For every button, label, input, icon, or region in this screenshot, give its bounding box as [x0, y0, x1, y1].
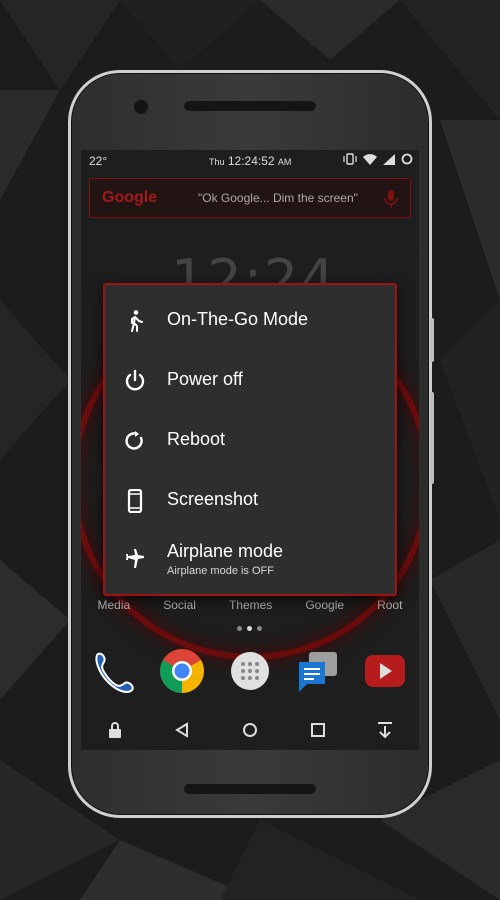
status-ampm: AM	[277, 157, 292, 167]
status-bar: 22° Thu 12:24:52 AM	[81, 150, 419, 172]
refresh-icon	[123, 429, 147, 453]
menu-label-airplane-mode: Airplane mode	[167, 541, 284, 561]
power-menu-dialog: On-The-Go Mode Power off Reboot Screensh…	[103, 283, 397, 596]
home-icon[interactable]	[238, 718, 262, 742]
google-search-bar[interactable]: Google "Ok Google... Dim the screen"	[89, 178, 411, 218]
status-time: 12:24:52	[227, 154, 275, 168]
top-speaker	[184, 101, 316, 111]
menu-item-on-the-go[interactable]: On-The-Go Mode	[105, 291, 395, 351]
vibrate-icon	[343, 153, 357, 168]
page-dot	[257, 626, 262, 631]
power-icon	[123, 369, 147, 393]
page-dot-active	[247, 626, 252, 631]
signal-icon	[383, 153, 395, 168]
battery-ring-icon	[401, 153, 413, 168]
status-day: Thu	[209, 157, 225, 167]
google-logo: Google	[102, 189, 158, 206]
chrome-app-icon[interactable]	[159, 648, 205, 694]
lock-icon[interactable]	[103, 718, 127, 742]
folder-label-google[interactable]: Google	[305, 598, 344, 612]
status-clock: Thu 12:24:52 AM	[209, 154, 291, 168]
menu-label-power-off: Power off	[167, 369, 243, 389]
folder-label-root[interactable]: Root	[377, 598, 402, 612]
microphone-icon[interactable]	[384, 189, 398, 214]
navigation-bar	[81, 710, 419, 750]
folder-labels: Media Social Themes Google Root	[81, 598, 419, 612]
youtube-app-icon[interactable]	[362, 648, 408, 694]
notification-pull-down-icon[interactable]	[373, 718, 397, 742]
page-indicator	[237, 626, 262, 631]
folder-label-media[interactable]: Media	[98, 598, 131, 612]
folder-label-social[interactable]: Social	[163, 598, 196, 612]
back-icon[interactable]	[170, 718, 194, 742]
power-side-button	[430, 318, 434, 362]
status-icons	[343, 153, 413, 168]
walking-person-icon	[123, 309, 147, 333]
bottom-speaker	[184, 784, 316, 794]
temperature: 22°	[89, 154, 108, 168]
folder-label-themes[interactable]: Themes	[229, 598, 272, 612]
menu-label-screenshot: Screenshot	[167, 489, 259, 509]
phone-app-icon[interactable]	[92, 648, 138, 694]
app-dock	[81, 645, 419, 697]
menu-item-reboot[interactable]: Reboot	[105, 411, 395, 471]
messaging-app-icon[interactable]	[295, 648, 341, 694]
airplane-mode-status: Airplane mode is OFF	[167, 565, 274, 577]
menu-item-screenshot[interactable]: Screenshot	[105, 471, 395, 531]
search-hint-text: "Ok Google... Dim the screen"	[198, 191, 358, 205]
recents-icon[interactable]	[306, 718, 330, 742]
wifi-icon	[363, 153, 377, 168]
page-dot	[237, 626, 242, 631]
menu-item-power-off[interactable]: Power off	[105, 351, 395, 411]
menu-item-airplane-mode[interactable]: Airplane mode Airplane mode is OFF	[105, 531, 395, 591]
menu-label-on-the-go: On-The-Go Mode	[167, 309, 309, 329]
volume-side-button	[430, 392, 434, 484]
menu-label-reboot: Reboot	[167, 429, 226, 449]
app-drawer-icon[interactable]	[227, 648, 273, 694]
phone-icon	[123, 488, 147, 514]
airplane-icon	[123, 547, 147, 571]
front-camera	[134, 100, 148, 114]
